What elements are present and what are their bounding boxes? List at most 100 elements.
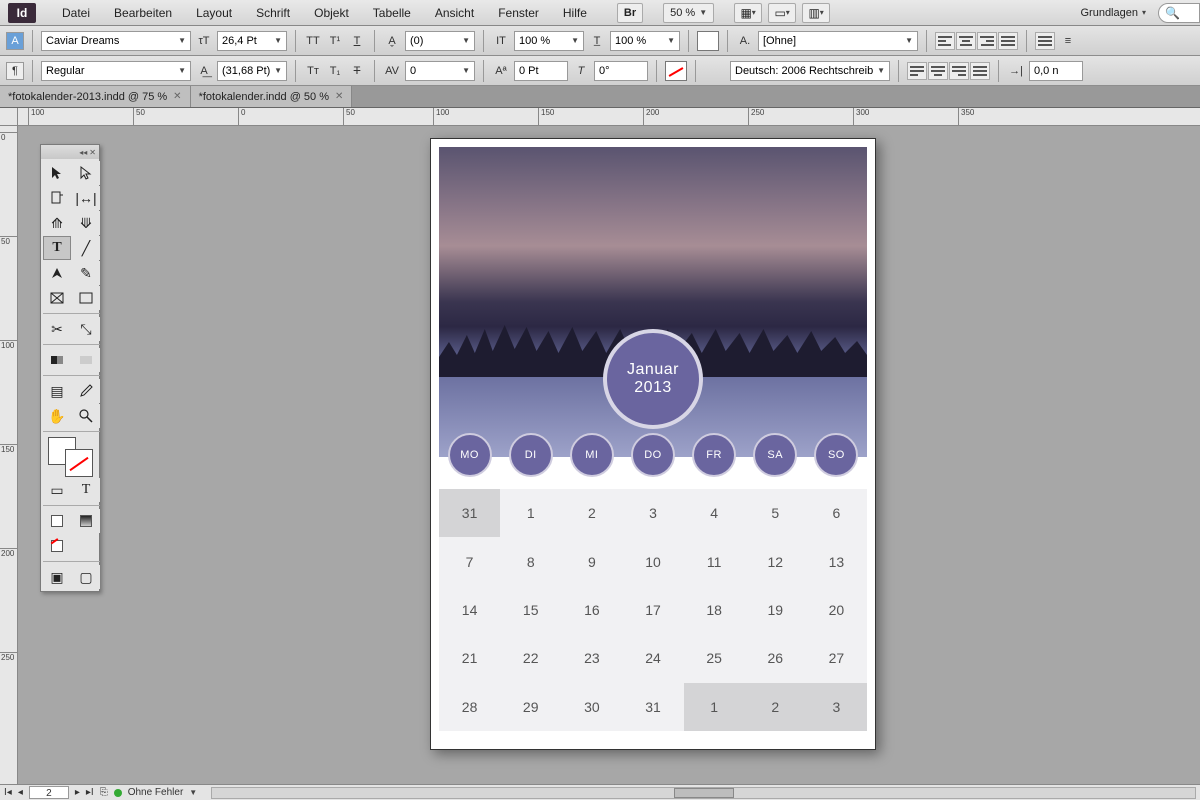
close-icon[interactable]: ✕	[335, 91, 343, 102]
smallcaps-icon[interactable]: Tᴛ	[304, 62, 322, 80]
last-page-button[interactable]: ▸I	[86, 787, 94, 798]
vertical-ruler[interactable]: 050100150200250	[0, 126, 18, 784]
align-right-button[interactable]	[977, 32, 997, 50]
type-tool[interactable]: T	[43, 236, 71, 260]
search-field[interactable]: 🔍	[1158, 3, 1200, 23]
arrange-button[interactable]: ▥▾	[802, 3, 830, 23]
menu-layout[interactable]: Layout	[184, 0, 244, 26]
font-family-field[interactable]: Caviar Dreams▼	[41, 31, 191, 51]
strike-icon[interactable]: T	[348, 62, 366, 80]
prev-page-button[interactable]: ◂	[18, 787, 23, 798]
fill-stroke-swatches[interactable]	[43, 435, 100, 477]
pen-tool[interactable]	[43, 261, 71, 285]
document-tab[interactable]: *fotokalender.indd @ 50 %✕	[191, 86, 353, 107]
font-size-field[interactable]: 26,4 Pt▼	[217, 31, 287, 51]
justify-button[interactable]	[998, 32, 1018, 50]
close-icon[interactable]: ✕	[89, 148, 96, 157]
justify-center-button[interactable]	[928, 62, 948, 80]
menu-bearbeiten[interactable]: Bearbeiten	[102, 0, 184, 26]
menu-datei[interactable]: Datei	[50, 0, 102, 26]
tracking-field[interactable]: 0▼	[405, 61, 475, 81]
kerning-field[interactable]: (0)▼	[405, 31, 475, 51]
document-tab[interactable]: *fotokalender-2013.indd @ 75 %✕	[0, 86, 191, 107]
line-tool[interactable]: ╱	[72, 236, 100, 260]
workspace-switcher[interactable]: Grundlagen▾	[1074, 3, 1152, 23]
hscale-field[interactable]: 100 %▼	[610, 31, 680, 51]
apply-container-button[interactable]: ▭	[43, 478, 71, 502]
transform-tool[interactable]: ⤡	[72, 317, 100, 341]
stroke-swatch[interactable]	[665, 61, 687, 81]
language-field[interactable]: Deutsch: 2006 Rechtschreib▼	[730, 61, 890, 81]
content-placer-tool[interactable]: ⟱	[72, 211, 100, 235]
fill-swatch[interactable]	[697, 31, 719, 51]
align-left-button[interactable]	[935, 32, 955, 50]
bridge-button[interactable]: Br	[617, 3, 643, 23]
normal-view-button[interactable]: ▣	[43, 565, 71, 589]
tools-panel[interactable]: ◂◂✕ |↔| ⟰ ⟱ T ╱ ✎ ✂ ⤡ ▤ ✋	[40, 144, 100, 592]
subscript-icon[interactable]: T₁	[326, 62, 344, 80]
apply-none-button[interactable]	[43, 534, 71, 558]
options-icon[interactable]: ≡	[1059, 32, 1077, 50]
apply-color-button[interactable]	[43, 509, 71, 533]
view-options-button[interactable]: ▦▾	[734, 3, 762, 23]
ruler-origin[interactable]	[0, 108, 18, 126]
zoom-tool[interactable]	[72, 404, 100, 428]
rectangle-frame-tool[interactable]	[43, 286, 71, 310]
preview-view-button[interactable]: ▢	[72, 565, 100, 589]
selection-tool[interactable]	[43, 161, 71, 185]
char-format-mode-button[interactable]: A	[6, 32, 24, 50]
menu-fenster[interactable]: Fenster	[486, 0, 551, 26]
para-format-mode-button[interactable]: ¶	[6, 62, 24, 80]
optical-margin-field[interactable]: 0,0 n	[1029, 61, 1083, 81]
superscript-icon[interactable]: T¹	[326, 32, 344, 50]
gradient-swatch-tool[interactable]	[43, 348, 71, 372]
menu-hilfe[interactable]: Hilfe	[551, 0, 599, 26]
rectangle-tool[interactable]	[72, 286, 100, 310]
note-tool[interactable]: ▤	[43, 379, 71, 403]
justify-left-button[interactable]	[907, 62, 927, 80]
vscale-field[interactable]: 100 %▼	[514, 31, 584, 51]
justify-all-button[interactable]	[970, 62, 990, 80]
align-center-button[interactable]	[956, 32, 976, 50]
baseline-field[interactable]: 0 Pt	[514, 61, 568, 81]
horizontal-ruler[interactable]: 10050050100150200250300350	[18, 108, 1200, 126]
justify-right-button[interactable]	[949, 62, 969, 80]
hand-tool[interactable]: ✋	[43, 404, 71, 428]
font-style-field[interactable]: Regular▼	[41, 61, 191, 81]
collapse-icon[interactable]: ◂◂	[79, 148, 87, 157]
menu-schrift[interactable]: Schrift	[244, 0, 302, 26]
menu-ansicht[interactable]: Ansicht	[423, 0, 486, 26]
zoom-dropdown[interactable]: 50 %▼	[663, 3, 714, 23]
page-tool[interactable]	[43, 186, 71, 210]
eyedropper-tool[interactable]	[72, 379, 100, 403]
leading-field[interactable]: (31,68 Pt)▼	[217, 61, 287, 81]
allcaps-icon[interactable]: TT	[304, 32, 322, 50]
gradient-feather-tool[interactable]	[72, 348, 100, 372]
menu-objekt[interactable]: Objekt	[302, 0, 361, 26]
skew-field[interactable]: 0°	[594, 61, 648, 81]
font-size-icon: τT	[195, 32, 213, 50]
document-page[interactable]: Januar 2013 MODIMIDOFRSASO 3112345678910…	[430, 138, 876, 750]
pencil-tool[interactable]: ✎	[72, 261, 100, 285]
next-page-button[interactable]: ▸	[75, 787, 80, 798]
apply-text-button[interactable]: T	[72, 478, 100, 502]
page-number-field[interactable]: 2	[29, 786, 69, 799]
char-style-field[interactable]: [Ohne]▼	[758, 31, 918, 51]
close-icon[interactable]: ✕	[173, 91, 181, 102]
first-page-button[interactable]: I◂	[4, 787, 12, 798]
list-bullet-button[interactable]	[1035, 32, 1055, 50]
apply-gradient-button[interactable]	[72, 509, 100, 533]
menu-tabelle[interactable]: Tabelle	[361, 0, 423, 26]
open-nav-icon[interactable]: ⎘	[100, 787, 108, 798]
document-canvas[interactable]: ◂◂✕ |↔| ⟰ ⟱ T ╱ ✎ ✂ ⤡ ▤ ✋	[18, 126, 1200, 784]
scissors-tool[interactable]: ✂	[43, 317, 71, 341]
content-collector-tool[interactable]: ⟰	[43, 211, 71, 235]
tools-panel-header[interactable]: ◂◂✕	[41, 145, 99, 159]
screen-mode-button[interactable]: ▭▾	[768, 3, 796, 23]
scrollbar-thumb[interactable]	[674, 788, 734, 798]
gap-tool[interactable]: |↔|	[72, 186, 100, 210]
horizontal-scrollbar[interactable]	[211, 787, 1196, 799]
chevron-down-icon[interactable]: ▼	[189, 788, 197, 797]
direct-selection-tool[interactable]	[72, 161, 100, 185]
underline-icon[interactable]: T	[348, 32, 366, 50]
